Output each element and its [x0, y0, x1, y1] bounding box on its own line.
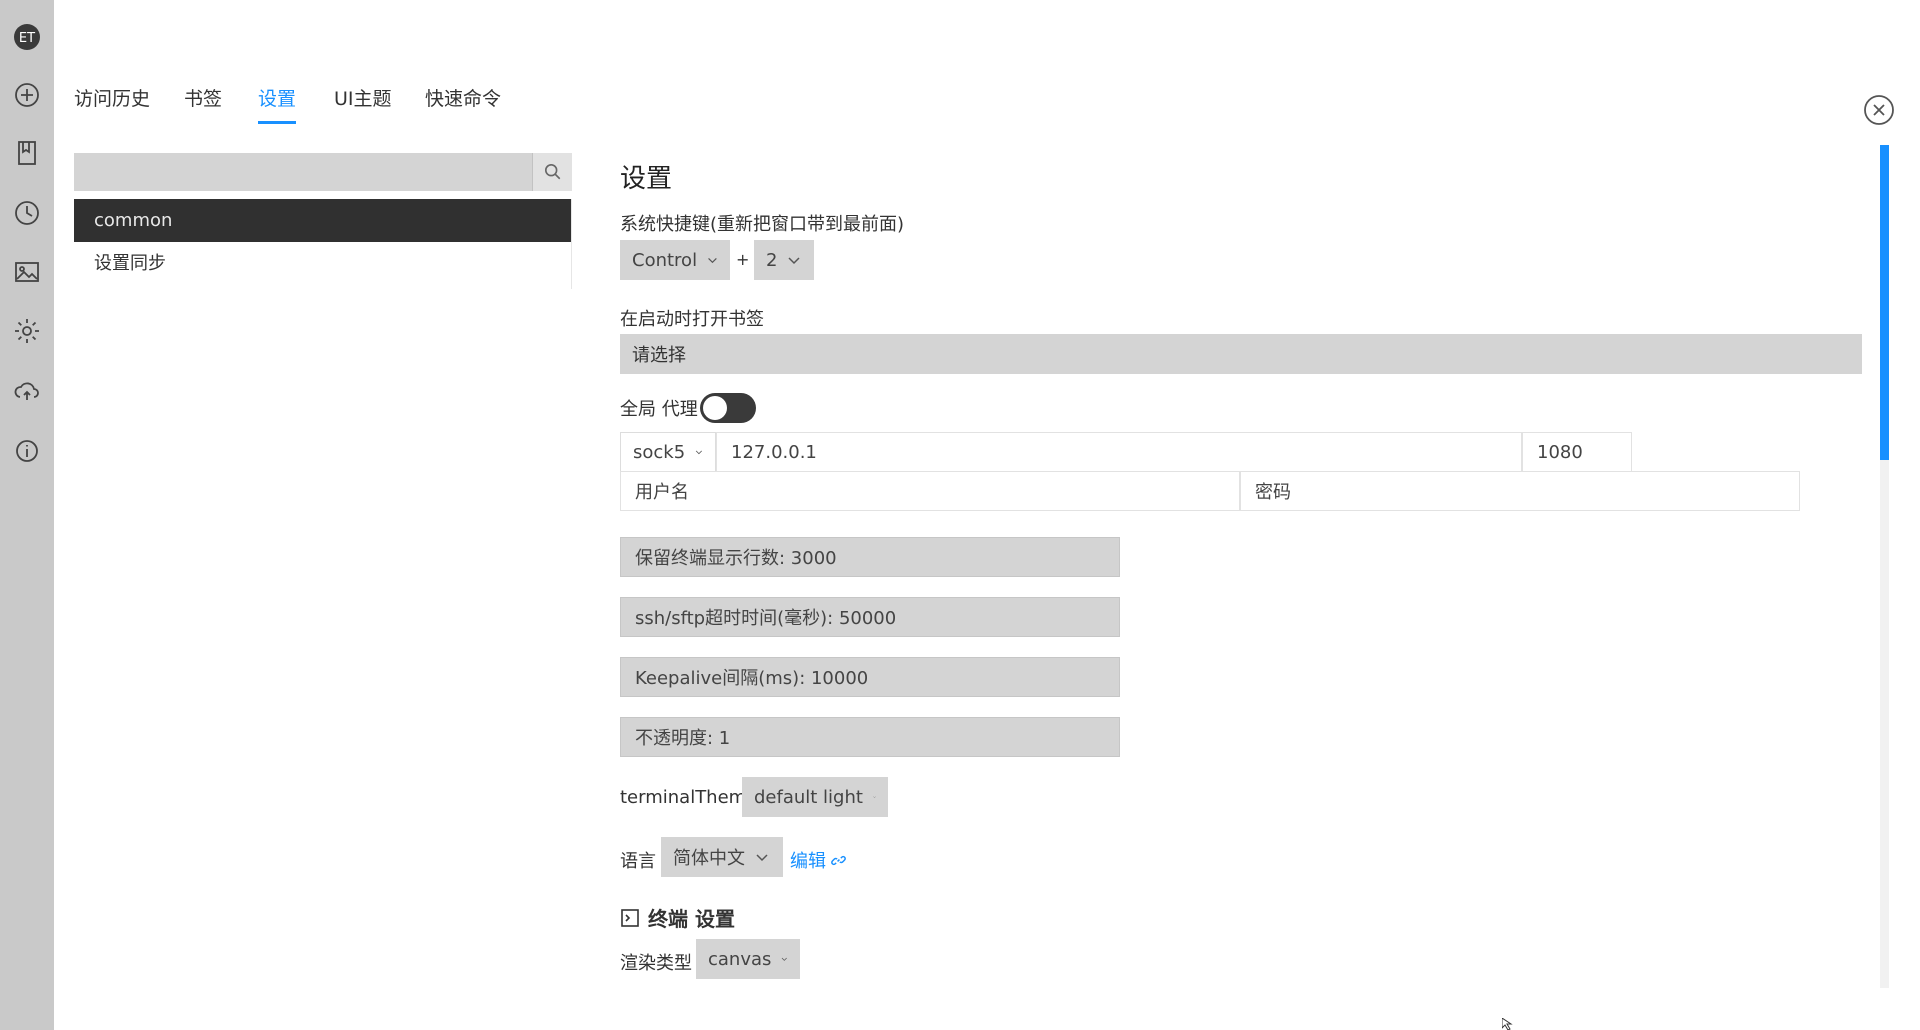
proxy-toggle[interactable] [700, 393, 756, 423]
add-icon[interactable] [8, 76, 46, 114]
chevron-down-icon [788, 257, 800, 265]
settings-search [74, 153, 572, 191]
chevron-down-icon [782, 957, 788, 961]
hotkey-modifier-value: Control [632, 249, 698, 271]
tab-bookmarks[interactable]: 书签 [184, 86, 222, 112]
proxy-type-value: sock5 [633, 441, 686, 463]
close-icon[interactable] [1863, 94, 1895, 126]
chevron-down-icon [756, 854, 768, 862]
settings-category-list: common 设置同步 [74, 199, 572, 289]
language-select[interactable]: 简体中文 [661, 837, 783, 877]
logo-icon[interactable]: ET [8, 18, 46, 56]
tab-history[interactable]: 访问历史 [74, 86, 150, 112]
chevron-down-icon [695, 450, 703, 455]
ssh-timeout-input[interactable]: ssh/sftp超时时间(毫秒): 50000 [620, 597, 1120, 637]
open-bookmark-placeholder: 请选择 [632, 345, 686, 366]
bookmark-icon[interactable] [8, 134, 46, 172]
cloud-sync-icon[interactable] [8, 372, 46, 410]
open-bookmark-select[interactable]: 请选择 [620, 334, 1862, 374]
terminal-section-title: 终端 设置 [620, 903, 735, 932]
hotkey-plus: + [736, 250, 750, 269]
list-item-common[interactable]: common [74, 199, 571, 242]
proxy-host-input[interactable]: 127.0.0.1 [716, 432, 1522, 472]
settings-content: 设置 系统快捷键(重新把窗口带到最前面) Control + 2 在启动时打开书… [620, 150, 1865, 990]
page-title: 设置 [620, 164, 673, 194]
terminal-section-text: 终端 设置 [648, 907, 735, 931]
terminal-theme-value: default light [754, 786, 863, 808]
info-icon[interactable] [8, 432, 46, 470]
mouse-cursor-icon [1502, 1018, 1513, 1030]
language-value: 简体中文 [673, 848, 745, 869]
list-item-sync[interactable]: 设置同步 [74, 242, 571, 285]
renderer-value: canvas [708, 948, 772, 970]
scrollbar-thumb[interactable] [1880, 145, 1889, 460]
chevron-down-icon [873, 796, 876, 798]
proxy-host-value: 127.0.0.1 [731, 441, 817, 463]
proxy-label: 全局 代理 [620, 399, 698, 420]
tab-ui-theme[interactable]: UI主题 [334, 86, 392, 112]
hotkey-label: 系统快捷键(重新把窗口带到最前面) [620, 214, 905, 235]
terminal-theme-label: terminalTheme [620, 787, 758, 808]
renderer-label: 渲染类型 [620, 953, 692, 974]
hotkey-key-value: 2 [766, 249, 778, 271]
open-bookmark-label: 在启动时打开书签 [620, 309, 764, 330]
scrollback-input[interactable]: 保留终端显示行数: 3000 [620, 537, 1120, 577]
image-icon[interactable] [8, 253, 46, 291]
link-icon [831, 855, 846, 865]
chevron-down-icon [708, 258, 717, 264]
language-label: 语言 [620, 851, 656, 872]
hotkey-key-select[interactable]: 2 [754, 240, 814, 280]
tab-quick-commands[interactable]: 快速命令 [425, 86, 501, 112]
hotkey-modifier-select[interactable]: Control [620, 240, 730, 280]
logo-text: ET [19, 31, 35, 46]
proxy-port-value: 1080 [1537, 441, 1583, 463]
opacity-input[interactable]: 不透明度: 1 [620, 717, 1120, 757]
language-edit-link[interactable]: 编辑 [790, 847, 846, 873]
terminal-theme-select[interactable]: default light [742, 777, 888, 817]
proxy-password-placeholder: 密码 [1255, 482, 1291, 503]
terminal-icon [621, 908, 639, 927]
left-icon-rail: ET [0, 0, 54, 1030]
proxy-password-input[interactable]: 密码 [1240, 471, 1800, 511]
keepalive-input[interactable]: Keepalive间隔(ms): 10000 [620, 657, 1120, 697]
proxy-type-select[interactable]: sock5 [620, 432, 716, 472]
tab-settings[interactable]: 设置 [258, 86, 297, 124]
content-scrollbar[interactable] [1880, 145, 1889, 988]
renderer-select[interactable]: canvas [696, 939, 800, 979]
history-icon[interactable] [8, 194, 46, 232]
proxy-port-input[interactable]: 1080 [1522, 432, 1632, 472]
settings-icon[interactable] [8, 312, 46, 350]
language-edit-text: 编辑 [790, 851, 826, 872]
proxy-username-input[interactable]: 用户名 [620, 471, 1240, 511]
proxy-username-placeholder: 用户名 [635, 482, 689, 503]
search-icon[interactable] [532, 153, 572, 191]
search-input[interactable] [74, 153, 532, 191]
